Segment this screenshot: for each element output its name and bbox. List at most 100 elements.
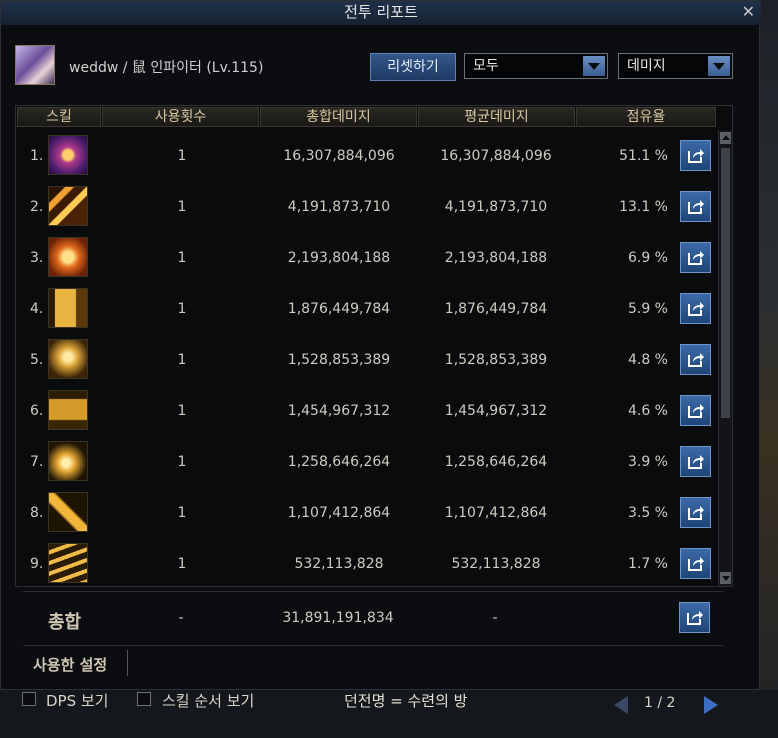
- share-cell: 1.7 %: [627, 556, 668, 572]
- dungeon-name: 던전명 = 수련의 방: [344, 692, 468, 710]
- background-strip: [760, 0, 778, 738]
- prev-page-icon[interactable]: [614, 696, 628, 714]
- skill-icon-purple[interactable]: [48, 135, 88, 175]
- total-damage-cell: 2,193,804,188: [287, 250, 391, 266]
- share-button[interactable]: [680, 395, 711, 426]
- reset-button[interactable]: 리셋하기: [370, 53, 456, 81]
- table-row[interactable]: 4. 1 1,876,449,784 1,876,449,784 5.9 %: [16, 285, 716, 336]
- total-damage: 31,891,191,834: [282, 610, 394, 626]
- table-row[interactable]: 8. 1 1,107,412,864 1,107,412,864 3.5 %: [16, 489, 716, 540]
- share-button[interactable]: [680, 344, 711, 375]
- share-cell: 51.1 %: [619, 148, 668, 164]
- table-row[interactable]: 2. 1 4,191,873,710 4,191,873,710 13.1 %: [16, 183, 716, 234]
- avg-damage-cell: 4,191,873,710: [444, 199, 548, 215]
- metric-dropdown-value: 데미지: [627, 58, 666, 74]
- dps-checkbox-label[interactable]: DPS 보기: [46, 690, 109, 711]
- skill-icon-spiral[interactable]: [48, 441, 88, 481]
- close-icon[interactable]: ✕: [742, 1, 755, 23]
- scroll-up-arrow-icon[interactable]: [720, 132, 731, 144]
- next-page-icon[interactable]: [704, 696, 718, 714]
- share-icon: [688, 557, 704, 571]
- share-icon: [687, 611, 703, 625]
- uses-cell: 1: [177, 403, 187, 419]
- title-bar[interactable]: 전투 리포트 ✕: [1, 1, 761, 25]
- share-cell: 6.9 %: [627, 250, 668, 266]
- avg-damage-cell: 1,454,967,312: [444, 403, 548, 419]
- avatar: [15, 45, 55, 85]
- uses-cell: 1: [177, 250, 187, 266]
- share-icon: [688, 149, 704, 163]
- share-cell: 4.6 %: [627, 403, 668, 419]
- skill-icon-comet[interactable]: [48, 492, 88, 532]
- skill-icon-orange-slash[interactable]: [48, 186, 88, 226]
- scrollbar[interactable]: [718, 130, 732, 586]
- chevron-down-icon[interactable]: [583, 56, 605, 76]
- rank-number: 3.: [30, 250, 44, 266]
- share-button[interactable]: [680, 446, 711, 477]
- total-label: 총합: [48, 612, 82, 633]
- share-button[interactable]: [680, 140, 711, 171]
- rank-number: 2.: [30, 199, 44, 215]
- skill-order-checkbox[interactable]: [137, 692, 151, 706]
- total-damage-cell: 1,258,646,264: [287, 454, 391, 470]
- total-damage-cell: 1,107,412,864: [287, 505, 391, 521]
- total-damage-cell: 4,191,873,710: [287, 199, 391, 215]
- uses-cell: 1: [177, 301, 187, 317]
- share-button[interactable]: [680, 242, 711, 273]
- total-damage-cell: 1,454,967,312: [287, 403, 391, 419]
- table-row[interactable]: 5. 1 1,528,853,389 1,528,853,389 4.8 %: [16, 336, 716, 387]
- scroll-thumb[interactable]: [721, 148, 730, 418]
- avg-damage-cell: 1,258,646,264: [444, 454, 548, 470]
- share-icon: [688, 455, 704, 469]
- share-cell: 3.5 %: [627, 505, 668, 521]
- uses-cell: 1: [177, 454, 187, 470]
- avg-damage-cell: 16,307,884,096: [440, 148, 552, 164]
- table-row[interactable]: 3. 1 2,193,804,188 2,193,804,188 6.9 %: [16, 234, 716, 285]
- skill-icon-fist[interactable]: [48, 237, 88, 277]
- table-row[interactable]: 1. 1 16,307,884,096 16,307,884,096 51.1 …: [16, 132, 716, 183]
- skill-icon-gold-burst[interactable]: [48, 288, 88, 328]
- rank-number: 7.: [30, 454, 44, 470]
- column-header-uses[interactable]: 사용횟수: [102, 107, 259, 127]
- share-button[interactable]: [680, 548, 711, 579]
- filter-dropdown-value: 모두: [473, 58, 499, 74]
- share-cell: 3.9 %: [627, 454, 668, 470]
- skill-icon-dash[interactable]: [48, 543, 88, 583]
- filter-dropdown[interactable]: 모두: [464, 53, 608, 79]
- metric-dropdown[interactable]: 데미지: [618, 53, 733, 79]
- share-cell: 5.9 %: [627, 301, 668, 317]
- avg-damage-cell: 1,107,412,864: [444, 505, 548, 521]
- rank-number: 6.: [30, 403, 44, 419]
- table-row[interactable]: 6. 1 1,454,967,312 1,454,967,312 4.6 %: [16, 387, 716, 438]
- table-row[interactable]: 7. 1 1,258,646,264 1,258,646,264 3.9 %: [16, 438, 716, 489]
- uses-cell: 1: [177, 556, 187, 572]
- skill-icon-tiger[interactable]: [48, 339, 88, 379]
- share-icon: [688, 302, 704, 316]
- share-icon: [688, 200, 704, 214]
- chevron-down-icon[interactable]: [708, 56, 730, 76]
- share-icon: [688, 353, 704, 367]
- share-button[interactable]: [679, 602, 710, 633]
- skill-icon-punch[interactable]: [48, 390, 88, 430]
- total-uses: -: [178, 610, 184, 626]
- dps-checkbox[interactable]: [22, 692, 36, 706]
- column-header-avg-damage[interactable]: 평균데미지: [418, 107, 575, 127]
- uses-cell: 1: [177, 352, 187, 368]
- uses-cell: 1: [177, 148, 187, 164]
- column-header-share[interactable]: 점유율: [576, 107, 716, 127]
- share-button[interactable]: [680, 293, 711, 324]
- total-damage-cell: 16,307,884,096: [283, 148, 395, 164]
- scroll-down-arrow-icon[interactable]: [720, 572, 731, 584]
- page-indicator: 1 / 2: [644, 695, 676, 711]
- column-header-skill[interactable]: 스킬: [17, 107, 101, 127]
- column-header-total-damage[interactable]: 총합데미지: [260, 107, 417, 127]
- skill-order-checkbox-label[interactable]: 스킬 순서 보기: [162, 690, 254, 711]
- table-row[interactable]: 9. 1 532,113,828 532,113,828 1.7 %: [16, 540, 716, 591]
- total-damage-cell: 532,113,828: [294, 556, 384, 572]
- share-button[interactable]: [680, 497, 711, 528]
- share-button[interactable]: [680, 191, 711, 222]
- rank-number: 4.: [30, 301, 44, 317]
- share-icon: [688, 506, 704, 520]
- total-damage-cell: 1,528,853,389: [287, 352, 391, 368]
- window-title: 전투 리포트: [344, 3, 418, 21]
